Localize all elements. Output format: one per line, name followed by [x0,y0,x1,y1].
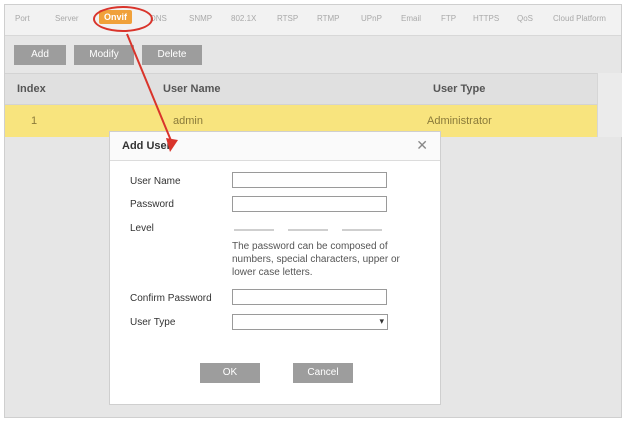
tab-upnp[interactable]: UPnP [361,14,382,23]
modify-button[interactable]: Modify [74,45,134,65]
tab-ftp[interactable]: FTP [441,14,456,23]
user-type-select[interactable]: ▾ [232,314,388,330]
cancel-button[interactable]: Cancel [293,363,353,383]
add-button[interactable]: Add [14,45,66,65]
dialog-title: Add User [122,140,171,152]
grid-scroll-column [597,73,622,137]
password-input[interactable] [232,196,387,212]
confirm-password-label: Confirm Password [130,293,212,304]
tab-https[interactable]: HTTPS [473,14,499,23]
password-hint: The password can be composed of numbers,… [232,241,400,278]
strength-bar-medium [288,229,328,231]
user-name-label: User Name [130,176,181,187]
user-type-label: User Type [130,317,176,328]
tab-port[interactable]: Port [15,14,30,23]
cell-index: 1 [31,115,38,127]
close-icon[interactable]: ✕ [416,137,428,154]
confirm-password-input[interactable] [232,289,387,305]
dialog-title-bar: Add User ✕ [110,132,440,161]
tab-snmp[interactable]: SNMP [189,14,212,23]
tab-server[interactable]: Server [55,14,79,23]
cell-user-type: Administrator [427,115,492,127]
user-name-input[interactable] [232,172,387,188]
delete-button[interactable]: Delete [142,45,202,65]
tab-8021x[interactable]: 802.1X [231,14,256,23]
table-header: Index User Name User Type [5,73,621,105]
tab-bar: Port Server Onvif DNS SNMP 802.1X RTSP R… [5,5,621,36]
tab-email[interactable]: Email [401,14,421,23]
strength-bar-weak [234,229,274,231]
level-label: Level [130,223,154,234]
tab-rtmp[interactable]: RTMP [317,14,340,23]
strength-bar-strong [342,229,382,231]
column-header-user-name: User Name [163,83,221,95]
cell-user-name: admin [173,115,203,127]
add-user-dialog: Add User ✕ User Name Password Level The … [109,131,441,405]
annotation-circle [93,6,153,32]
tab-qos[interactable]: QoS [517,14,533,23]
chevron-down-icon: ▾ [379,316,384,326]
tab-rtsp[interactable]: RTSP [277,14,298,23]
column-header-user-type: User Type [433,83,486,95]
column-header-index: Index [17,83,46,95]
password-label: Password [130,199,174,210]
tab-cloud-platform[interactable]: Cloud Platform [553,14,606,23]
ok-button[interactable]: OK [200,363,260,383]
